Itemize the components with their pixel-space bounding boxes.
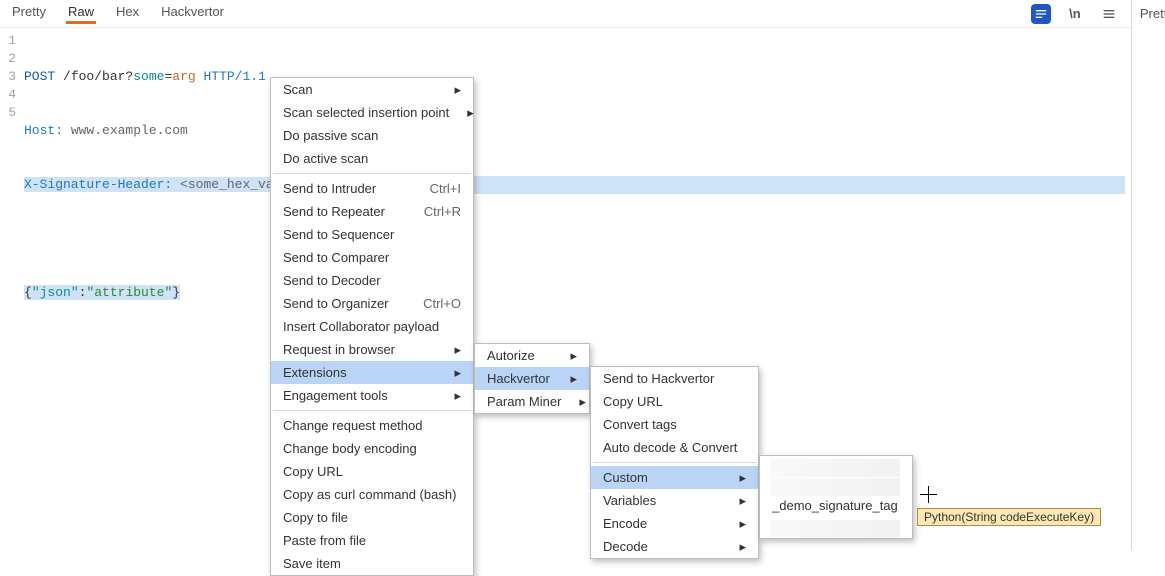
menu-sep xyxy=(273,410,471,411)
menu-repeater[interactable]: Send to RepeaterCtrl+R xyxy=(271,200,473,223)
submenu-extensions: Autorize▸ Hackvertor▸ Param Miner▸ xyxy=(474,343,590,414)
menu-extensions[interactable]: Extensions▸ xyxy=(271,361,473,384)
menu-req-browser[interactable]: Request in browser▸ xyxy=(271,338,473,361)
submenu-autorize[interactable]: Autorize▸ xyxy=(475,344,589,367)
hv-decode[interactable]: Decode▸ xyxy=(591,535,758,558)
menu-comparer[interactable]: Send to Comparer xyxy=(271,246,473,269)
hv-variables[interactable]: Variables▸ xyxy=(591,489,758,512)
menu-active-scan[interactable]: Do active scan xyxy=(271,147,473,170)
hv-custom[interactable]: Custom▸ xyxy=(591,466,758,489)
menu-sequencer[interactable]: Send to Sequencer xyxy=(271,223,473,246)
custom-demo-tag[interactable]: _demo_signature_tag xyxy=(760,494,912,517)
custom-obscured-3[interactable] xyxy=(760,517,912,538)
code-line-1[interactable]: POST /foo/bar?some=arg HTTP/1.1 xyxy=(24,68,1125,86)
menu-copy-file[interactable]: Copy to file xyxy=(271,506,473,529)
code-line-4[interactable] xyxy=(24,230,1125,248)
request-editor[interactable]: 12345 POST /foo/bar?some=arg HTTP/1.1 Ho… xyxy=(0,28,1131,550)
tab-hex[interactable]: Hex xyxy=(116,4,139,23)
menu-change-method[interactable]: Change request method xyxy=(271,414,473,437)
code-line-5[interactable]: {"json":"attribute"} xyxy=(24,284,1125,302)
line-gutter: 12345 xyxy=(0,28,20,550)
submenu-custom: _demo_signature_tag xyxy=(759,455,913,539)
menu-organizer[interactable]: Send to OrganizerCtrl+O xyxy=(271,292,473,315)
submenu-param-miner[interactable]: Param Miner▸ xyxy=(475,390,589,413)
tab-pretty[interactable]: Pretty xyxy=(12,4,46,23)
custom-obscured-1[interactable] xyxy=(760,456,912,477)
hv-send[interactable]: Send to Hackvertor xyxy=(591,367,758,390)
menu-save-item[interactable]: Save item xyxy=(271,552,473,575)
code-line-3[interactable]: X-Signature-Header: <some_hex_value> xyxy=(24,176,1125,194)
right-tab-pretty[interactable]: Pretty xyxy=(1140,6,1165,21)
wrap-icon[interactable]: \n xyxy=(1065,4,1085,24)
hamburger-icon[interactable] xyxy=(1099,4,1119,24)
context-menu: Scan▸ Scan selected insertion point▸ Do … xyxy=(270,77,474,576)
actions-icon[interactable] xyxy=(1031,4,1051,24)
code-line-2[interactable]: Host: www.example.com xyxy=(24,122,1125,140)
submenu-hackvertor-items: Send to Hackvertor Copy URL Convert tags… xyxy=(590,366,759,559)
menu-sep xyxy=(593,462,756,463)
menu-sep xyxy=(273,173,471,174)
hv-encode[interactable]: Encode▸ xyxy=(591,512,758,535)
menu-copy-url[interactable]: Copy URL xyxy=(271,460,473,483)
view-tabs: Pretty Raw Hex Hackvertor \n xyxy=(0,0,1131,28)
menu-decoder[interactable]: Send to Decoder xyxy=(271,269,473,292)
hv-copy-url[interactable]: Copy URL xyxy=(591,390,758,413)
custom-obscured-2[interactable] xyxy=(760,477,912,494)
menu-engagement[interactable]: Engagement tools▸ xyxy=(271,384,473,407)
menu-scan[interactable]: Scan▸ xyxy=(271,78,473,101)
menu-collaborator[interactable]: Insert Collaborator payload xyxy=(271,315,473,338)
menu-copy-curl[interactable]: Copy as curl command (bash) xyxy=(271,483,473,506)
menu-scan-selected[interactable]: Scan selected insertion point▸ xyxy=(271,101,473,124)
menu-passive-scan[interactable]: Do passive scan xyxy=(271,124,473,147)
menu-intruder[interactable]: Send to IntruderCtrl+I xyxy=(271,177,473,200)
tooltip: Python(String codeExecuteKey) xyxy=(917,508,1101,526)
hv-convert-tags[interactable]: Convert tags xyxy=(591,413,758,436)
hv-auto-decode[interactable]: Auto decode & Convert xyxy=(591,436,758,459)
menu-change-body[interactable]: Change body encoding xyxy=(271,437,473,460)
right-pane: Pretty xyxy=(1132,0,1165,550)
tab-hackvertor[interactable]: Hackvertor xyxy=(161,4,224,23)
tab-raw[interactable]: Raw xyxy=(68,4,94,23)
submenu-hackvertor[interactable]: Hackvertor▸ xyxy=(475,367,589,390)
menu-paste-file[interactable]: Paste from file xyxy=(271,529,473,552)
